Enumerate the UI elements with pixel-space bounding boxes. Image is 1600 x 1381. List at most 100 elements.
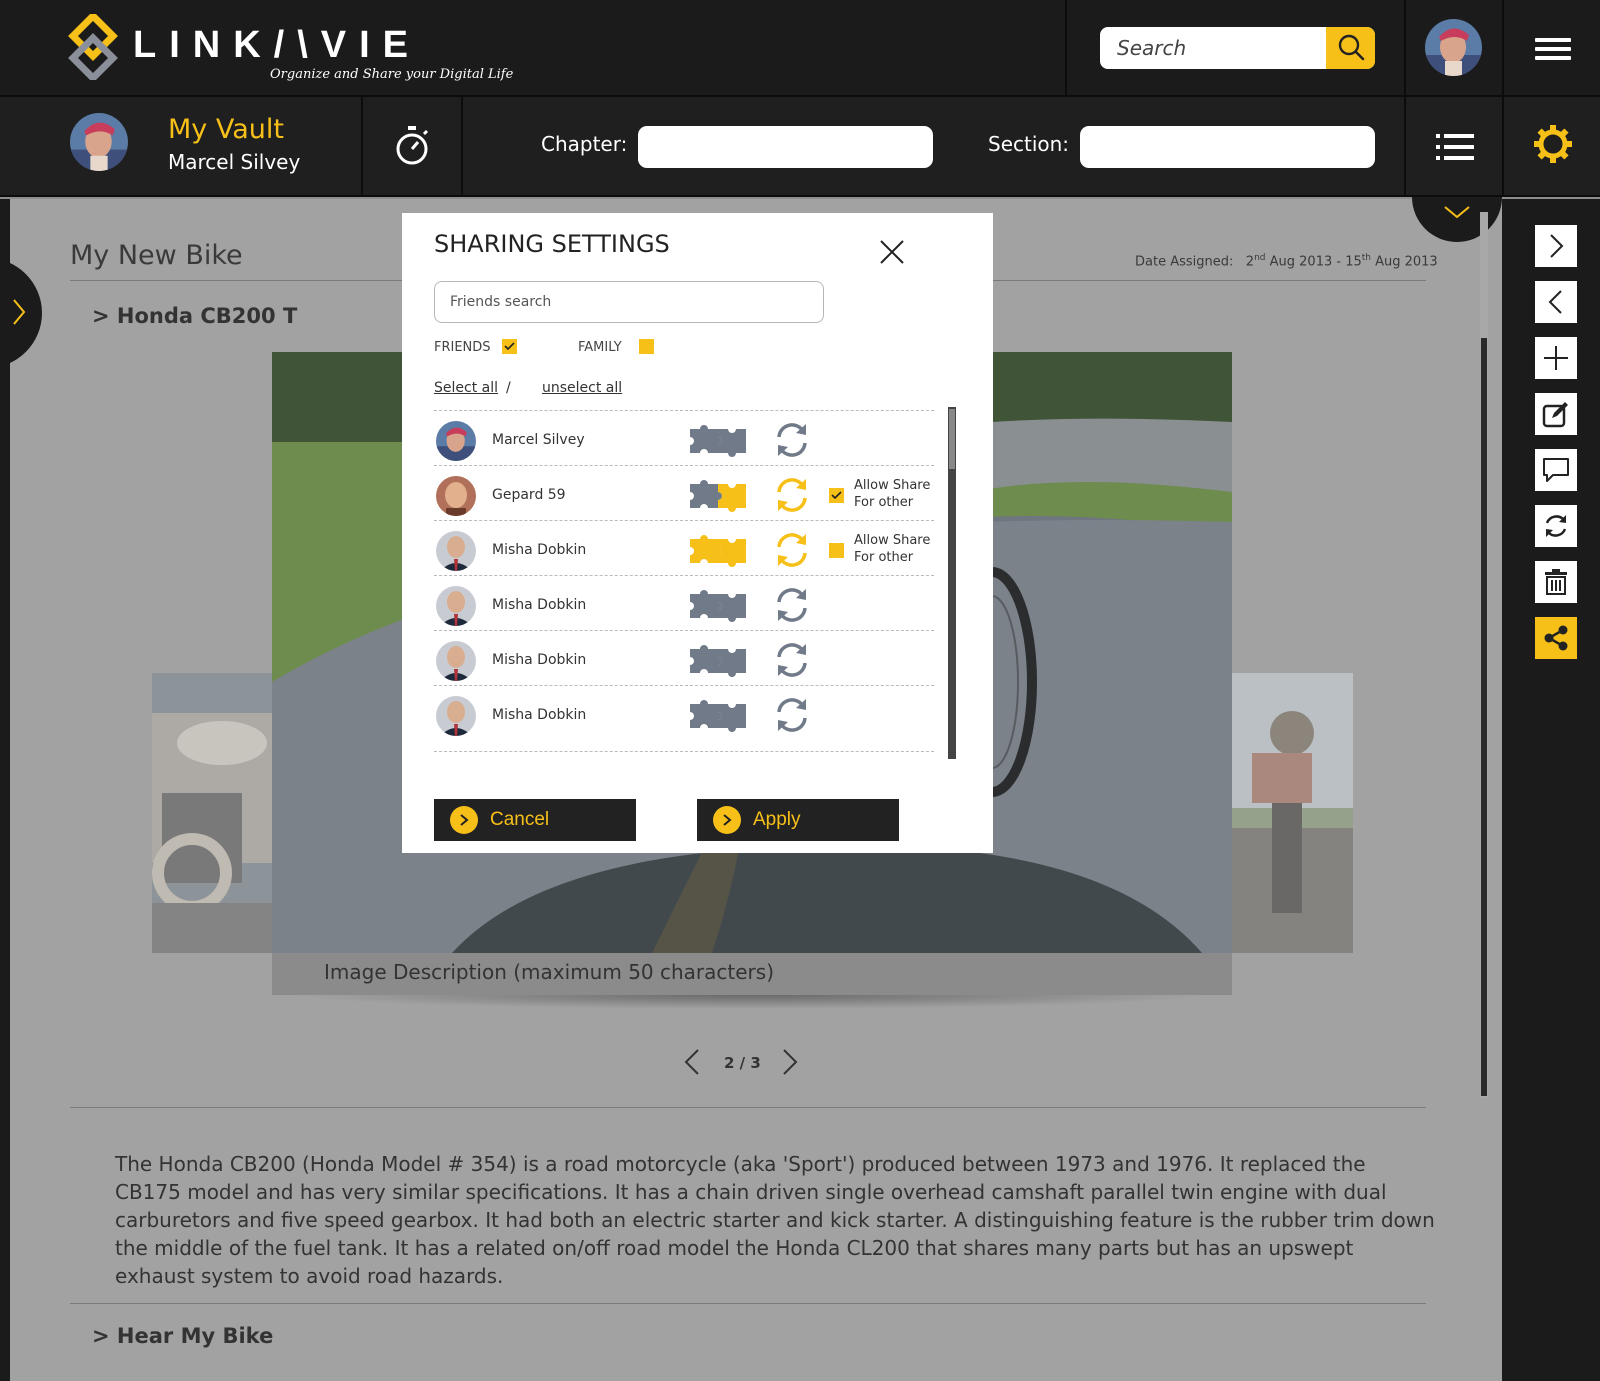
brand-tagline: Organize and Share your Digital Life [270,67,514,82]
search-button[interactable] [1326,27,1375,69]
header-divider [1065,0,1067,95]
person-avatar [436,531,476,571]
apply-button[interactable]: Apply [697,799,899,841]
previous-button[interactable] [1535,281,1577,323]
prev-photo[interactable] [152,673,272,953]
next-photo[interactable] [1232,673,1353,953]
puzzle-icon [690,700,746,732]
person-avatar [436,696,476,736]
vault-user-name: Marcel Silvey [168,150,301,174]
delete-button[interactable] [1535,561,1577,603]
section-input[interactable] [1080,126,1375,168]
stopwatch-icon[interactable] [394,125,430,167]
brand-name: LINK/\VIE [133,24,422,66]
bike-description: The Honda CB200 (Honda Model # 354) is a… [115,1152,1435,1288]
list-scrollbar-thumb[interactable] [949,409,955,469]
share-permission-toggle[interactable] [688,533,748,571]
search-input[interactable] [1100,27,1325,69]
subbar-divider [1404,97,1406,197]
share-permission-toggle[interactable] [688,423,748,461]
sync-permission-toggle[interactable] [772,531,812,573]
share-permission-toggle[interactable] [688,478,748,516]
sync-permission-toggle[interactable] [772,421,812,463]
section-label: Section: [988,132,1070,156]
date-assigned: Date Assigned: 2nd Aug 2013 - 15th Aug 2… [1135,253,1438,270]
page-counter: 2 / 3 [724,1054,761,1072]
divider [70,1107,1426,1108]
cancel-label: Cancel [490,809,550,830]
family-checkbox[interactable] [639,339,654,354]
section-heading[interactable]: > Honda CB200 T [92,304,297,328]
search-box [1100,27,1375,69]
sync-permission-toggle[interactable] [772,641,812,683]
sync-icon [777,478,807,512]
chevron-left-icon[interactable] [684,1048,700,1076]
sharing-settings-dialog: SHARING SETTINGS FRIENDS FAMILY Select a… [402,213,993,853]
check-icon [831,491,842,500]
subbar-divider [461,97,463,197]
unselect-all-link[interactable]: unselect all [542,380,622,396]
puzzle-icon [690,590,746,622]
chevron-down-icon [1444,206,1470,219]
user-avatar[interactable] [1425,19,1482,76]
image-caption[interactable]: Image Description (maximum 50 characters… [324,960,774,984]
gear-icon[interactable] [1534,125,1572,163]
friends-checkbox[interactable] [502,339,517,354]
sync-permission-toggle[interactable] [772,476,812,518]
sync-icon [777,533,807,567]
comment-icon [1543,458,1569,482]
page-scrollbar-thumb[interactable] [1481,338,1487,1096]
hamburger-menu-icon[interactable] [1535,38,1571,62]
person-row[interactable]: Gepard 59 Allow Share For other [434,465,934,521]
person-name: Misha Dobkin [492,542,587,558]
person-name: Misha Dobkin [492,707,587,723]
sync-permission-toggle[interactable] [772,696,812,738]
person-row[interactable]: Misha Dobkin [434,630,934,686]
page-title: My New Bike [70,240,243,271]
cancel-button[interactable]: Cancel [434,799,636,841]
family-filter-label: FAMILY [578,340,622,355]
close-icon[interactable] [879,239,905,265]
person-row[interactable]: Marcel Silvey [434,410,934,466]
person-avatar [436,586,476,626]
next-button[interactable] [1535,225,1577,267]
allow-share-checkbox[interactable] [829,543,844,558]
brand-a-glyph: /\ [273,24,321,66]
allow-share-checkbox[interactable] [829,488,844,503]
sync-permission-toggle[interactable] [772,586,812,628]
edit-icon [1542,402,1568,428]
share-permission-toggle[interactable] [688,643,748,681]
top-header: LINK/\VIE Organize and Share your Digita… [0,0,1600,97]
chapter-input[interactable] [638,126,933,168]
person-row[interactable]: Misha Dobkin [434,575,934,631]
edit-button[interactable] [1535,393,1577,435]
person-row[interactable]: Misha Dobkin [434,685,934,741]
person-row[interactable]: Misha Dobkin Allow Share For other [434,520,934,576]
sync-button[interactable] [1535,505,1577,547]
friends-search-input[interactable] [434,281,824,323]
hear-my-bike-heading[interactable]: > Hear My Bike [92,1324,273,1348]
photo-shadow [290,995,1210,1009]
sync-icon [777,698,807,732]
chevron-right-icon [13,299,26,325]
select-all-link[interactable]: Select all [434,380,498,396]
person-avatar [436,476,476,516]
motorcycle-image [1232,673,1353,953]
chevron-right-icon [450,806,478,834]
share-permission-toggle[interactable] [688,698,748,736]
chevron-right-icon[interactable] [782,1048,798,1076]
add-button[interactable] [1535,337,1577,379]
share-permission-toggle[interactable] [688,588,748,626]
dialog-title: SHARING SETTINGS [434,230,670,258]
search-icon [1338,34,1364,61]
person-name: Gepard 59 [492,487,566,503]
person-avatar [436,421,476,461]
apply-label: Apply [753,809,801,830]
link-separator: / [506,380,511,396]
share-button[interactable] [1535,617,1577,659]
list-icon[interactable] [1436,133,1474,161]
people-list: Marcel Silvey Gepard 59 Allow Share For oth… [434,410,934,762]
person-avatar [436,641,476,681]
comment-button[interactable] [1535,449,1577,491]
trash-icon [1545,569,1567,595]
